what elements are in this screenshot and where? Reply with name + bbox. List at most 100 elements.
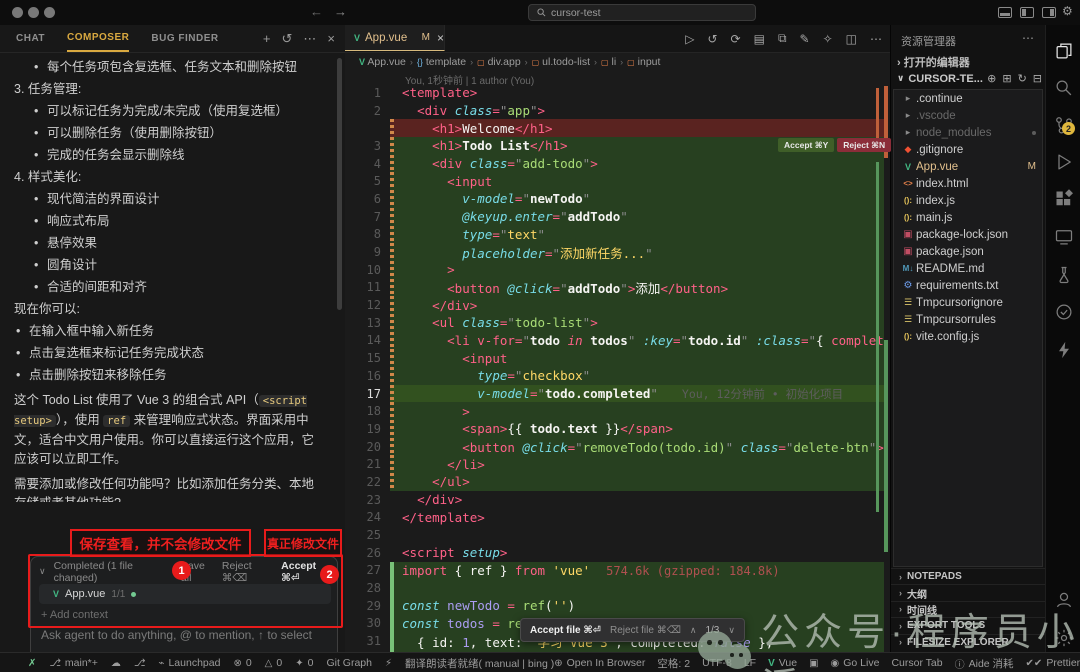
code-text: > xyxy=(402,404,470,419)
code-line: 14 <li v-for="todo in todos" :key="todo.… xyxy=(345,332,884,350)
prev-diff-icon[interactable]: ∧ xyxy=(690,625,697,636)
status-翻译朗读者就绪-manual-bing-[interactable]: 翻译朗读者就绪( manual | bing ) xyxy=(405,656,554,671)
chat-scrollbar[interactable] xyxy=(337,58,342,310)
file-tree-item[interactable]: ◆.gitignore xyxy=(894,141,1042,158)
agent-prompt-input[interactable]: Ask agent to do anything, @ to mention, … xyxy=(41,628,312,642)
tab-composer[interactable]: COMPOSER xyxy=(67,25,129,52)
close-window-button[interactable] xyxy=(12,7,23,18)
code-line: 2 <div class="app"> xyxy=(345,102,884,120)
file-tree-item[interactable]: <>index.html xyxy=(894,175,1042,192)
file-tree-item[interactable]: M↓README.md xyxy=(894,260,1042,277)
code-line: 22 </ul> xyxy=(345,473,884,491)
testing-icon[interactable] xyxy=(1054,265,1074,285)
file-tree-item[interactable]: ☰Tmpcursorrules xyxy=(894,311,1042,328)
file-tree-item[interactable]: ▣package-lock.json xyxy=(894,226,1042,243)
minimize-window-button[interactable] xyxy=(28,7,39,18)
workspace-root-row[interactable]: ∨CURSOR-TE... ⊕ ⊞ ↻ ⊟ xyxy=(897,72,1042,85)
status-open-in-browser[interactable]: ⊕Open In Browser xyxy=(554,657,645,669)
sparkle-icon[interactable]: ✧ xyxy=(823,32,833,46)
split-editor-icon[interactable]: ◫ xyxy=(846,32,857,46)
close-icon[interactable]: × xyxy=(327,31,335,46)
refresh-explorer-icon[interactable]: ↻ xyxy=(1018,72,1027,85)
back-icon[interactable]: ← xyxy=(310,4,323,19)
breadcrumb-item[interactable]: ▢ li xyxy=(601,56,616,68)
run-icon[interactable]: ▷ xyxy=(685,32,694,46)
status-remote[interactable]: ✗ xyxy=(28,658,36,669)
bullet-icon: • xyxy=(34,188,47,210)
file-tree-item[interactable]: ():vite.config.js xyxy=(894,328,1042,345)
status-空格-2[interactable]: 空格: 2 xyxy=(657,656,690,671)
status-zap[interactable]: ⚡ xyxy=(385,658,392,669)
search-icon[interactable] xyxy=(1054,78,1074,98)
symbol-icon: ▢ xyxy=(601,58,609,67)
new-folder-icon[interactable]: ⊞ xyxy=(1002,72,1011,85)
edit-icon[interactable]: ✎ xyxy=(800,32,810,46)
section--[interactable]: ›大纲 xyxy=(891,584,1046,600)
collapse-folders-icon[interactable]: ⊟ xyxy=(1033,72,1042,85)
reject-hunk-button[interactable]: Reject ⌘N xyxy=(837,138,891,152)
explorer-icon[interactable] xyxy=(1054,41,1074,61)
file-tree-item[interactable]: ☰Tmpcursorignore xyxy=(894,294,1042,311)
breadcrumb-item[interactable]: ▢ input xyxy=(627,56,660,68)
breadcrumb-item[interactable]: V App.vue xyxy=(359,56,406,68)
history-icon[interactable]: ↺ xyxy=(282,31,293,47)
status-cloud-upload[interactable]: ☁ xyxy=(111,658,121,669)
scrollbar-added-mark[interactable] xyxy=(884,340,888,552)
run-debug-icon[interactable] xyxy=(1054,152,1074,172)
status-0[interactable]: ✦0 xyxy=(295,657,313,669)
command-center-search[interactable]: cursor-test xyxy=(528,4,756,21)
file-tree-item[interactable]: ▸node_modules xyxy=(894,124,1042,141)
power-icon[interactable] xyxy=(1054,340,1074,360)
code-line-body: placeholder="添加新任务..." xyxy=(390,243,884,261)
sync-icon[interactable]: ⟳ xyxy=(731,32,741,46)
toggle-panel-icon[interactable] xyxy=(998,7,1012,18)
toggle-left-sidebar-icon[interactable] xyxy=(1020,7,1034,18)
open-changes-icon[interactable]: ⧉ xyxy=(778,31,787,46)
file-tree-item[interactable]: VApp.vueM xyxy=(894,158,1042,175)
status-main-[interactable]: ⎇main*+ xyxy=(49,657,98,669)
tab-chat[interactable]: CHAT xyxy=(16,26,45,51)
status-0[interactable]: △0 xyxy=(265,657,283,669)
accept-hunk-button[interactable]: Accept ⌘Y xyxy=(778,138,834,152)
extensions-icon[interactable] xyxy=(1054,189,1074,209)
breadcrumb-item[interactable]: {} template xyxy=(417,56,466,68)
new-file-icon[interactable]: ⊕ xyxy=(987,72,996,85)
toggle-right-sidebar-icon[interactable] xyxy=(1042,7,1056,18)
chat-bullet-item: •点击复选框来标记任务完成状态 xyxy=(14,342,326,364)
file-tree-item[interactable]: ⚙requirements.txt xyxy=(894,277,1042,294)
file-tree-item[interactable]: ():main.js xyxy=(894,209,1042,226)
todo-tree-icon[interactable] xyxy=(1054,302,1074,322)
file-tree-item[interactable]: ▣package.json xyxy=(894,243,1042,260)
close-tab-icon[interactable]: × xyxy=(437,31,444,45)
status-launchpad[interactable]: ⌁Launchpad xyxy=(158,657,220,669)
open-preview-icon[interactable]: ▤ xyxy=(754,32,765,46)
status-git-graph[interactable]: Git Graph xyxy=(326,657,372,669)
new-chat-icon[interactable]: + xyxy=(263,31,271,46)
status-git-branch[interactable]: ⎇ xyxy=(134,658,146,669)
file-tree-item[interactable]: ▸.continue xyxy=(894,90,1042,107)
forward-icon[interactable]: → xyxy=(334,4,347,19)
accept-file-button[interactable]: Accept file ⌘⏎ xyxy=(530,625,601,636)
line-number: 4 xyxy=(345,157,390,171)
file-tree-item[interactable]: ▸.vscode xyxy=(894,107,1042,124)
explorer-sidebar: 资源管理器 ⋯ › 打开的编辑器 ∨CURSOR-TE... ⊕ ⊞ ↻ ⊟ ▸… xyxy=(890,25,1046,652)
code-line: 20 <button @click="removeTodo(todo.id)" … xyxy=(345,438,884,456)
status-0[interactable]: ⊗0 xyxy=(233,657,251,669)
breadcrumb-item[interactable]: ▢ ul.todo-list xyxy=(532,56,590,68)
more-icon[interactable]: ⋯ xyxy=(870,32,882,46)
reject-file-button[interactable]: Reject file ⌘⌫ xyxy=(610,625,681,636)
explorer-more-icon[interactable]: ⋯ xyxy=(1022,31,1034,45)
file-tree-item[interactable]: ():index.js xyxy=(894,192,1042,209)
editor-tab-app-vue[interactable]: V App.vue M × xyxy=(345,25,445,51)
braces-icon: {} xyxy=(417,57,423,67)
tab-bug-finder[interactable]: BUG FINDER xyxy=(151,26,218,51)
remote-explorer-icon[interactable] xyxy=(1054,227,1074,247)
tab-file-name: App.vue xyxy=(365,32,417,44)
section-notepads[interactable]: ›NOTEPADS xyxy=(891,568,1046,584)
history-icon[interactable]: ↺ xyxy=(707,32,717,46)
breadcrumb-item[interactable]: ▢ div.app xyxy=(477,56,521,68)
maximize-window-button[interactable] xyxy=(44,7,55,18)
more-actions-icon[interactable]: ⋯ xyxy=(303,31,316,47)
settings-gear-icon[interactable]: ⚙ xyxy=(1062,4,1073,18)
open-editors-section[interactable]: › 打开的编辑器 xyxy=(897,54,970,70)
